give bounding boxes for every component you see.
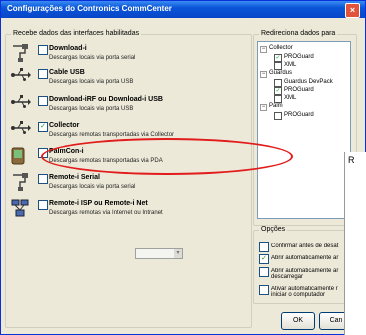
- sources-group-legend: Recebe dados das interfaces habilitadas: [11, 30, 142, 37]
- source-title: PalmCon-i: [49, 148, 84, 155]
- tree-node-checkbox[interactable]: ✓: [274, 54, 282, 62]
- tree-node-label: PROGuard: [284, 54, 314, 60]
- source-description: Descargas remotas via Internet ou Intran…: [49, 210, 163, 216]
- source-title: Remote-i ISP ou Remote-i Net: [49, 200, 148, 207]
- source-checkbox[interactable]: [38, 96, 48, 106]
- option-checkbox[interactable]: ✓: [259, 254, 269, 264]
- source-checkbox[interactable]: [38, 45, 48, 55]
- serial-cable-icon: [11, 173, 31, 191]
- source-checkbox[interactable]: [38, 200, 48, 210]
- redirect-group-legend: Redireciona dados para: [259, 30, 338, 37]
- tree-node-label: Guardus DevPack: [284, 79, 333, 85]
- option-label: Abrir automaticamente ar: [271, 255, 339, 261]
- source-description: Descargas remotas transportadas via PDA: [49, 158, 163, 164]
- source-checkbox[interactable]: [38, 148, 48, 158]
- tree-node-label: PROGuard: [284, 112, 314, 118]
- title-bar[interactable]: Configurações do Contronics CommCenter ×: [1, 1, 365, 18]
- source-description: Descargas locais via porta USB: [49, 79, 134, 85]
- source-description: Descargas locais via porta USB: [49, 106, 134, 112]
- pda-icon: [11, 147, 31, 165]
- source-item[interactable]: Download-i Descargas locais via porta ser…: [11, 44, 251, 66]
- usb-icon: [11, 95, 31, 113]
- tree-expander-icon[interactable]: −: [260, 46, 267, 53]
- source-title: Download-iRF ou Download-i USB: [49, 96, 163, 103]
- source-title: Download-i: [49, 45, 87, 52]
- tree-node-checkbox[interactable]: ✓: [274, 87, 282, 95]
- source-item[interactable]: Remote-i Serial Descargas locais via port…: [11, 173, 251, 195]
- usb-icon: [11, 121, 31, 139]
- tree-node-label: XML: [284, 95, 297, 101]
- source-item[interactable]: Remote-i ISP ou Remote-i Net Descargas re…: [11, 199, 251, 221]
- option-checkbox[interactable]: [259, 285, 269, 295]
- tree-node-checkbox[interactable]: [274, 95, 282, 103]
- source-description: Descargas locais via porta serial: [49, 184, 136, 190]
- close-button[interactable]: ×: [345, 3, 360, 18]
- source-title: Remote-i Serial: [49, 174, 100, 181]
- window-title: Configurações do Contronics CommCenter: [7, 4, 172, 13]
- source-checkbox[interactable]: ✓: [38, 122, 48, 132]
- source-checkbox[interactable]: [38, 174, 48, 184]
- option-checkbox[interactable]: [259, 267, 269, 277]
- tree-node-label: XML: [284, 62, 297, 68]
- tree-node-label: Guardus: [269, 70, 293, 76]
- source-checkbox[interactable]: [38, 69, 48, 79]
- source-title: Cable USB: [49, 69, 85, 76]
- option-checkbox[interactable]: [259, 242, 269, 252]
- options-group-legend: Opções: [259, 226, 288, 233]
- source-item[interactable]: ✓ Collector Descargas remotas transportada…: [11, 121, 251, 143]
- tree-node-checkbox[interactable]: [274, 112, 282, 120]
- option-label: Abrir automaticamente ar descarregar: [271, 268, 339, 280]
- settings-window: Configurações do Contronics CommCenter ×…: [0, 0, 366, 335]
- network-icon: [11, 199, 31, 217]
- tree-node-checkbox[interactable]: [274, 62, 282, 70]
- serial-port-select[interactable]: ▾: [135, 248, 183, 259]
- redirect-tree[interactable]: − Collector ✓ PROGuard XML − Guardus Guardus De…: [257, 41, 351, 219]
- tree-node-label: PROGuard: [284, 87, 314, 93]
- source-item[interactable]: PalmCon-i Descargas remotas transportadas…: [11, 147, 251, 169]
- source-title: Collector: [49, 122, 80, 129]
- background-window-title: R: [348, 155, 355, 165]
- serial-cable-icon: [11, 44, 31, 62]
- option-label: Ativar automaticamente r iniciar o compu…: [271, 286, 338, 298]
- source-description: Descargas remotas transportadas via Coll…: [49, 132, 175, 138]
- tree-expander-icon[interactable]: −: [260, 71, 267, 78]
- source-item[interactable]: Cable USB Descargas locais via porta USB: [11, 68, 251, 90]
- source-description: Descargas locais via porta serial: [49, 55, 136, 61]
- usb-icon: [11, 68, 31, 86]
- source-item[interactable]: Download-iRF ou Download-i USB Descargas …: [11, 95, 251, 117]
- tree-node-label: Palm: [269, 103, 283, 109]
- ok-button[interactable]: OK: [281, 312, 315, 330]
- option-label: Confirmar antes de desat: [271, 243, 339, 249]
- tree-node-label: Collector: [269, 45, 293, 51]
- chevron-down-icon[interactable]: ▾: [174, 249, 182, 258]
- tree-node-checkbox[interactable]: [274, 79, 282, 87]
- tree-expander-icon[interactable]: −: [260, 104, 267, 111]
- background-window-panel: R: [344, 152, 366, 335]
